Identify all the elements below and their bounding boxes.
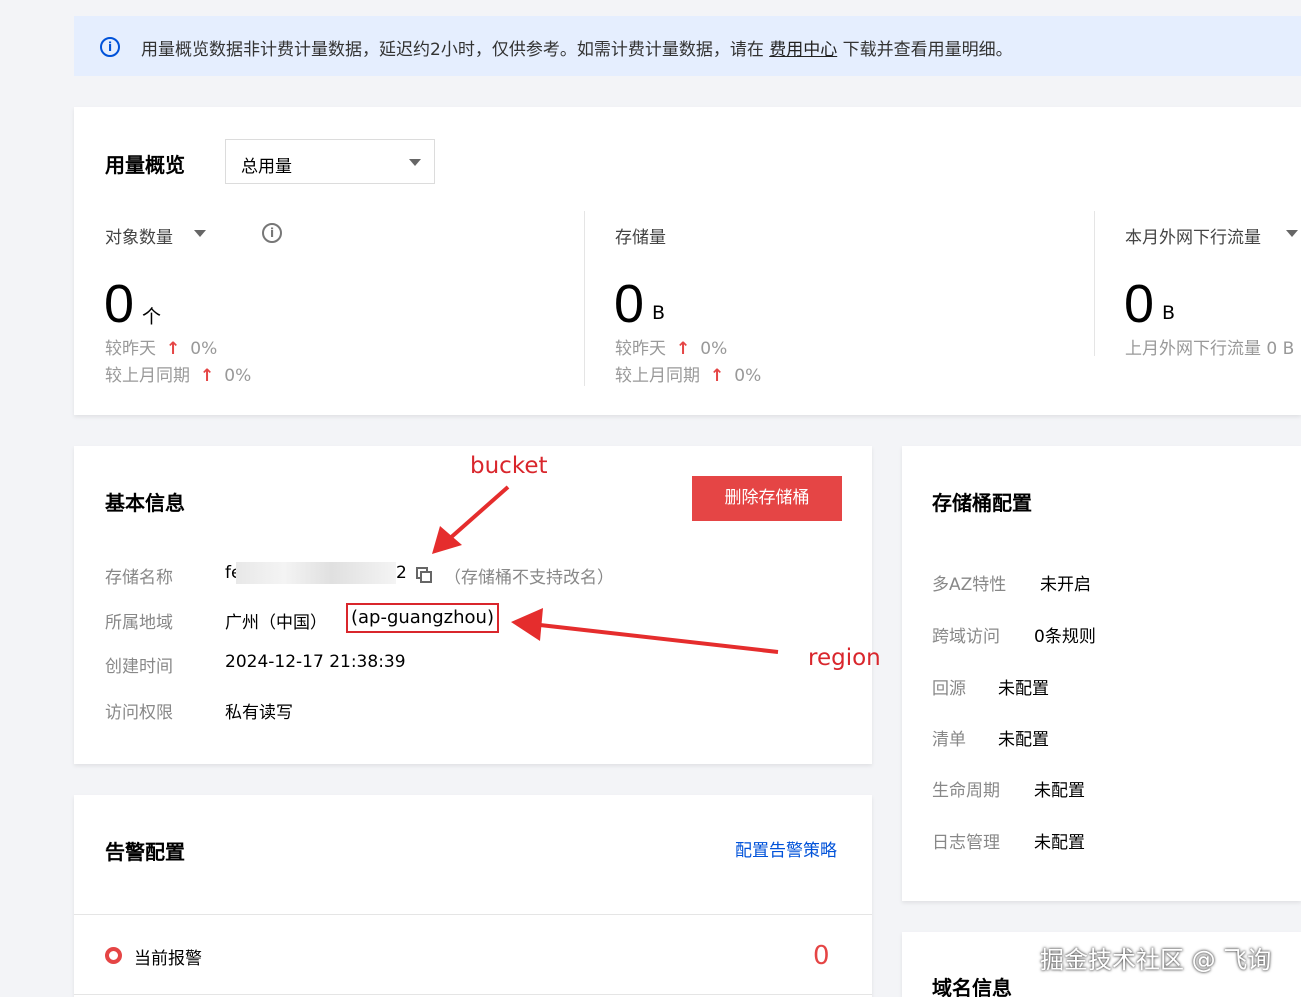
annotation-arrows	[432, 485, 779, 654]
watermark: 掘金技术社区 @ 飞询	[1040, 946, 1272, 974]
